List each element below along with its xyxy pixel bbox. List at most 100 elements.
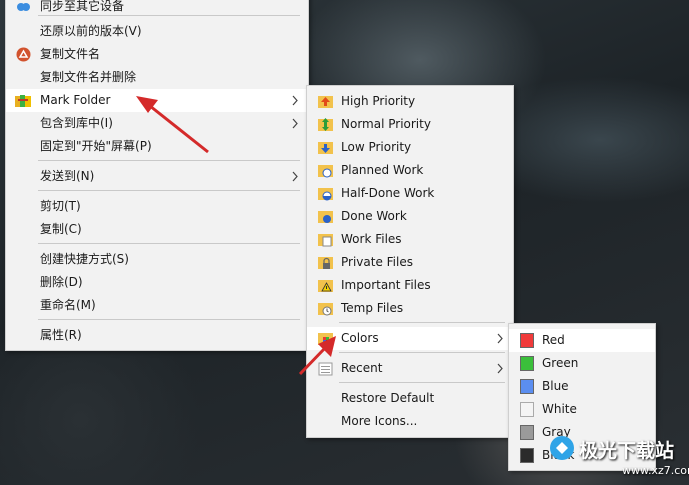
separator — [339, 322, 505, 323]
menu-item-private-files[interactable]: Private Files — [307, 251, 513, 274]
menu-item-normal-priority[interactable]: Normal Priority — [307, 113, 513, 136]
black-swatch-icon — [520, 448, 534, 463]
menu-item-restore-default[interactable]: Restore Default — [307, 387, 513, 410]
separator — [38, 15, 300, 16]
menu-item-label: 发送到(N) — [40, 169, 95, 183]
menu-item-label: Red — [542, 333, 565, 347]
watermark-logo-icon — [550, 436, 574, 460]
menu-item-recent[interactable]: Recent — [307, 357, 513, 380]
menu-item-label: 创建快捷方式(S) — [40, 252, 129, 266]
menu-item-work-files[interactable]: Work Files — [307, 228, 513, 251]
menu-item-label: Normal Priority — [341, 117, 431, 131]
separator — [38, 160, 300, 161]
separator — [38, 243, 300, 244]
context-menu: 同步至其它设备 还原以前的版本(V) 复制文件名 复制文件名并删除 Mark F… — [5, 0, 309, 351]
menu-item-colors[interactable]: Colors — [307, 327, 513, 350]
clock-folder-icon — [318, 301, 333, 316]
menu-item-label: 还原以前的版本(V) — [40, 24, 142, 38]
menu-item-label: Work Files — [341, 232, 402, 246]
chevron-right-icon — [290, 165, 300, 188]
menu-item-label: 属性(R) — [40, 328, 82, 342]
menu-item-red[interactable]: Red — [509, 329, 655, 352]
white-swatch-icon — [520, 402, 534, 417]
menu-item-copy-filename-delete[interactable]: 复制文件名并删除 — [6, 66, 308, 89]
menu-item-green[interactable]: Green — [509, 352, 655, 375]
high-priority-folder-icon — [318, 94, 333, 109]
separator — [38, 190, 300, 191]
menu-item-label: High Priority — [341, 94, 416, 108]
menu-item-label: Colors — [341, 331, 379, 345]
menu-item-delete[interactable]: 删除(D) — [6, 271, 308, 294]
normal-priority-folder-icon — [318, 117, 333, 132]
chevron-right-icon — [290, 89, 300, 112]
menu-item-pin-to-start[interactable]: 固定到"开始"屏幕(P) — [6, 135, 308, 158]
copy-name-icon — [16, 47, 31, 62]
separator — [339, 352, 505, 353]
menu-item-blue[interactable]: Blue — [509, 375, 655, 398]
menu-item-label: Planned Work — [341, 163, 424, 177]
menu-item-cut[interactable]: 剪切(T) — [6, 195, 308, 218]
green-swatch-icon — [520, 356, 534, 371]
menu-item-label: 固定到"开始"屏幕(P) — [40, 139, 152, 153]
work-files-folder-icon — [318, 232, 333, 247]
menu-item-properties[interactable]: 属性(R) — [6, 324, 308, 347]
menu-item-include-in-library[interactable]: 包含到库中(I) — [6, 112, 308, 135]
menu-item-label: Private Files — [341, 255, 413, 269]
menu-item-important-files[interactable]: Important Files — [307, 274, 513, 297]
menu-item-done-work[interactable]: Done Work — [307, 205, 513, 228]
menu-item-label: 复制(C) — [40, 222, 82, 236]
menu-item-label: Green — [542, 356, 579, 370]
menu-item-half-done-work[interactable]: Half-Done Work — [307, 182, 513, 205]
menu-item-create-shortcut[interactable]: 创建快捷方式(S) — [6, 248, 308, 271]
menu-item-label: Blue — [542, 379, 569, 393]
menu-item-label: Important Files — [341, 278, 431, 292]
menu-item-label: Done Work — [341, 209, 407, 223]
mark-folder-icon — [15, 93, 31, 108]
sync-icon — [16, 0, 31, 14]
menu-item-label: 重命名(M) — [40, 298, 96, 312]
chevron-right-icon — [495, 357, 505, 380]
menu-item-label: 包含到库中(I) — [40, 116, 113, 130]
planned-work-folder-icon — [318, 163, 333, 178]
warning-folder-icon — [318, 278, 333, 293]
blue-swatch-icon — [520, 379, 534, 394]
menu-item-mark-folder[interactable]: Mark Folder — [6, 89, 308, 112]
menu-item-temp-files[interactable]: Temp Files — [307, 297, 513, 320]
menu-item-copy[interactable]: 复制(C) — [6, 218, 308, 241]
menu-item-label: Temp Files — [341, 301, 404, 315]
menu-item-label: 复制文件名 — [40, 47, 101, 61]
menu-item-label: More Icons... — [341, 414, 418, 428]
low-priority-folder-icon — [318, 140, 333, 155]
menu-item-high-priority[interactable]: High Priority — [307, 90, 513, 113]
gray-swatch-icon — [520, 425, 534, 440]
menu-item-label: 复制文件名并删除 — [40, 70, 137, 84]
watermark-brand: 极光下载站 — [579, 440, 675, 462]
watermark: 极光下载站 www.xz7.com — [548, 434, 689, 482]
menu-item-restore-previous[interactable]: 还原以前的版本(V) — [6, 20, 308, 43]
menu-item-white[interactable]: White — [509, 398, 655, 421]
menu-item-label: White — [542, 402, 577, 416]
separator — [38, 319, 300, 320]
menu-item-send-to[interactable]: 发送到(N) — [6, 165, 308, 188]
menu-item-low-priority[interactable]: Low Priority — [307, 136, 513, 159]
menu-item-label: Recent — [341, 361, 383, 375]
menu-item-label: Restore Default — [341, 391, 435, 405]
menu-item-planned-work[interactable]: Planned Work — [307, 159, 513, 182]
recent-list-icon — [318, 361, 333, 376]
menu-item-more-icons[interactable]: More Icons... — [307, 410, 513, 433]
lock-folder-icon — [318, 255, 333, 270]
red-swatch-icon — [520, 333, 534, 348]
chevron-right-icon — [495, 327, 505, 350]
watermark-url: www.xz7.com — [622, 464, 689, 477]
separator — [339, 382, 505, 383]
menu-item-label: Half-Done Work — [341, 186, 435, 200]
chevron-right-icon — [290, 112, 300, 135]
menu-item-copy-filename[interactable]: 复制文件名 — [6, 43, 308, 66]
menu-item-label: Low Priority — [341, 140, 412, 154]
done-work-folder-icon — [318, 209, 333, 224]
half-done-work-folder-icon — [318, 186, 333, 201]
menu-item-label: 删除(D) — [40, 275, 83, 289]
colors-folder-icon — [318, 331, 333, 346]
menu-item-rename[interactable]: 重命名(M) — [6, 294, 308, 317]
mark-folder-submenu: High Priority Normal Priority Low Priori… — [306, 85, 514, 438]
